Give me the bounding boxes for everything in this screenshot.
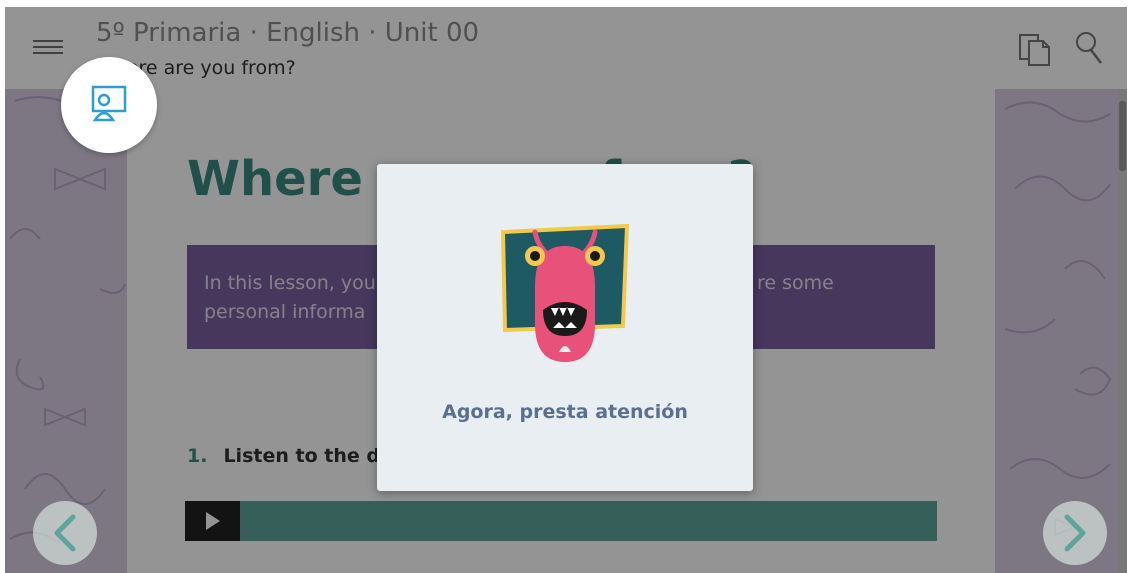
attention-modal[interactable]: Agora, presta atención (377, 164, 753, 491)
chevron-right-icon (1064, 514, 1086, 552)
chevron-left-icon (54, 514, 76, 552)
teacher-mode-button[interactable] (61, 57, 157, 153)
previous-page-button[interactable] (33, 501, 97, 565)
next-page-button[interactable] (1043, 501, 1107, 565)
presentation-icon (91, 85, 127, 122)
monster-board-illustration (495, 223, 635, 378)
app-frame: 5º Primaria · English · Unit 00 Where ar… (5, 7, 1127, 573)
modal-message: Agora, presta atención (442, 401, 688, 423)
